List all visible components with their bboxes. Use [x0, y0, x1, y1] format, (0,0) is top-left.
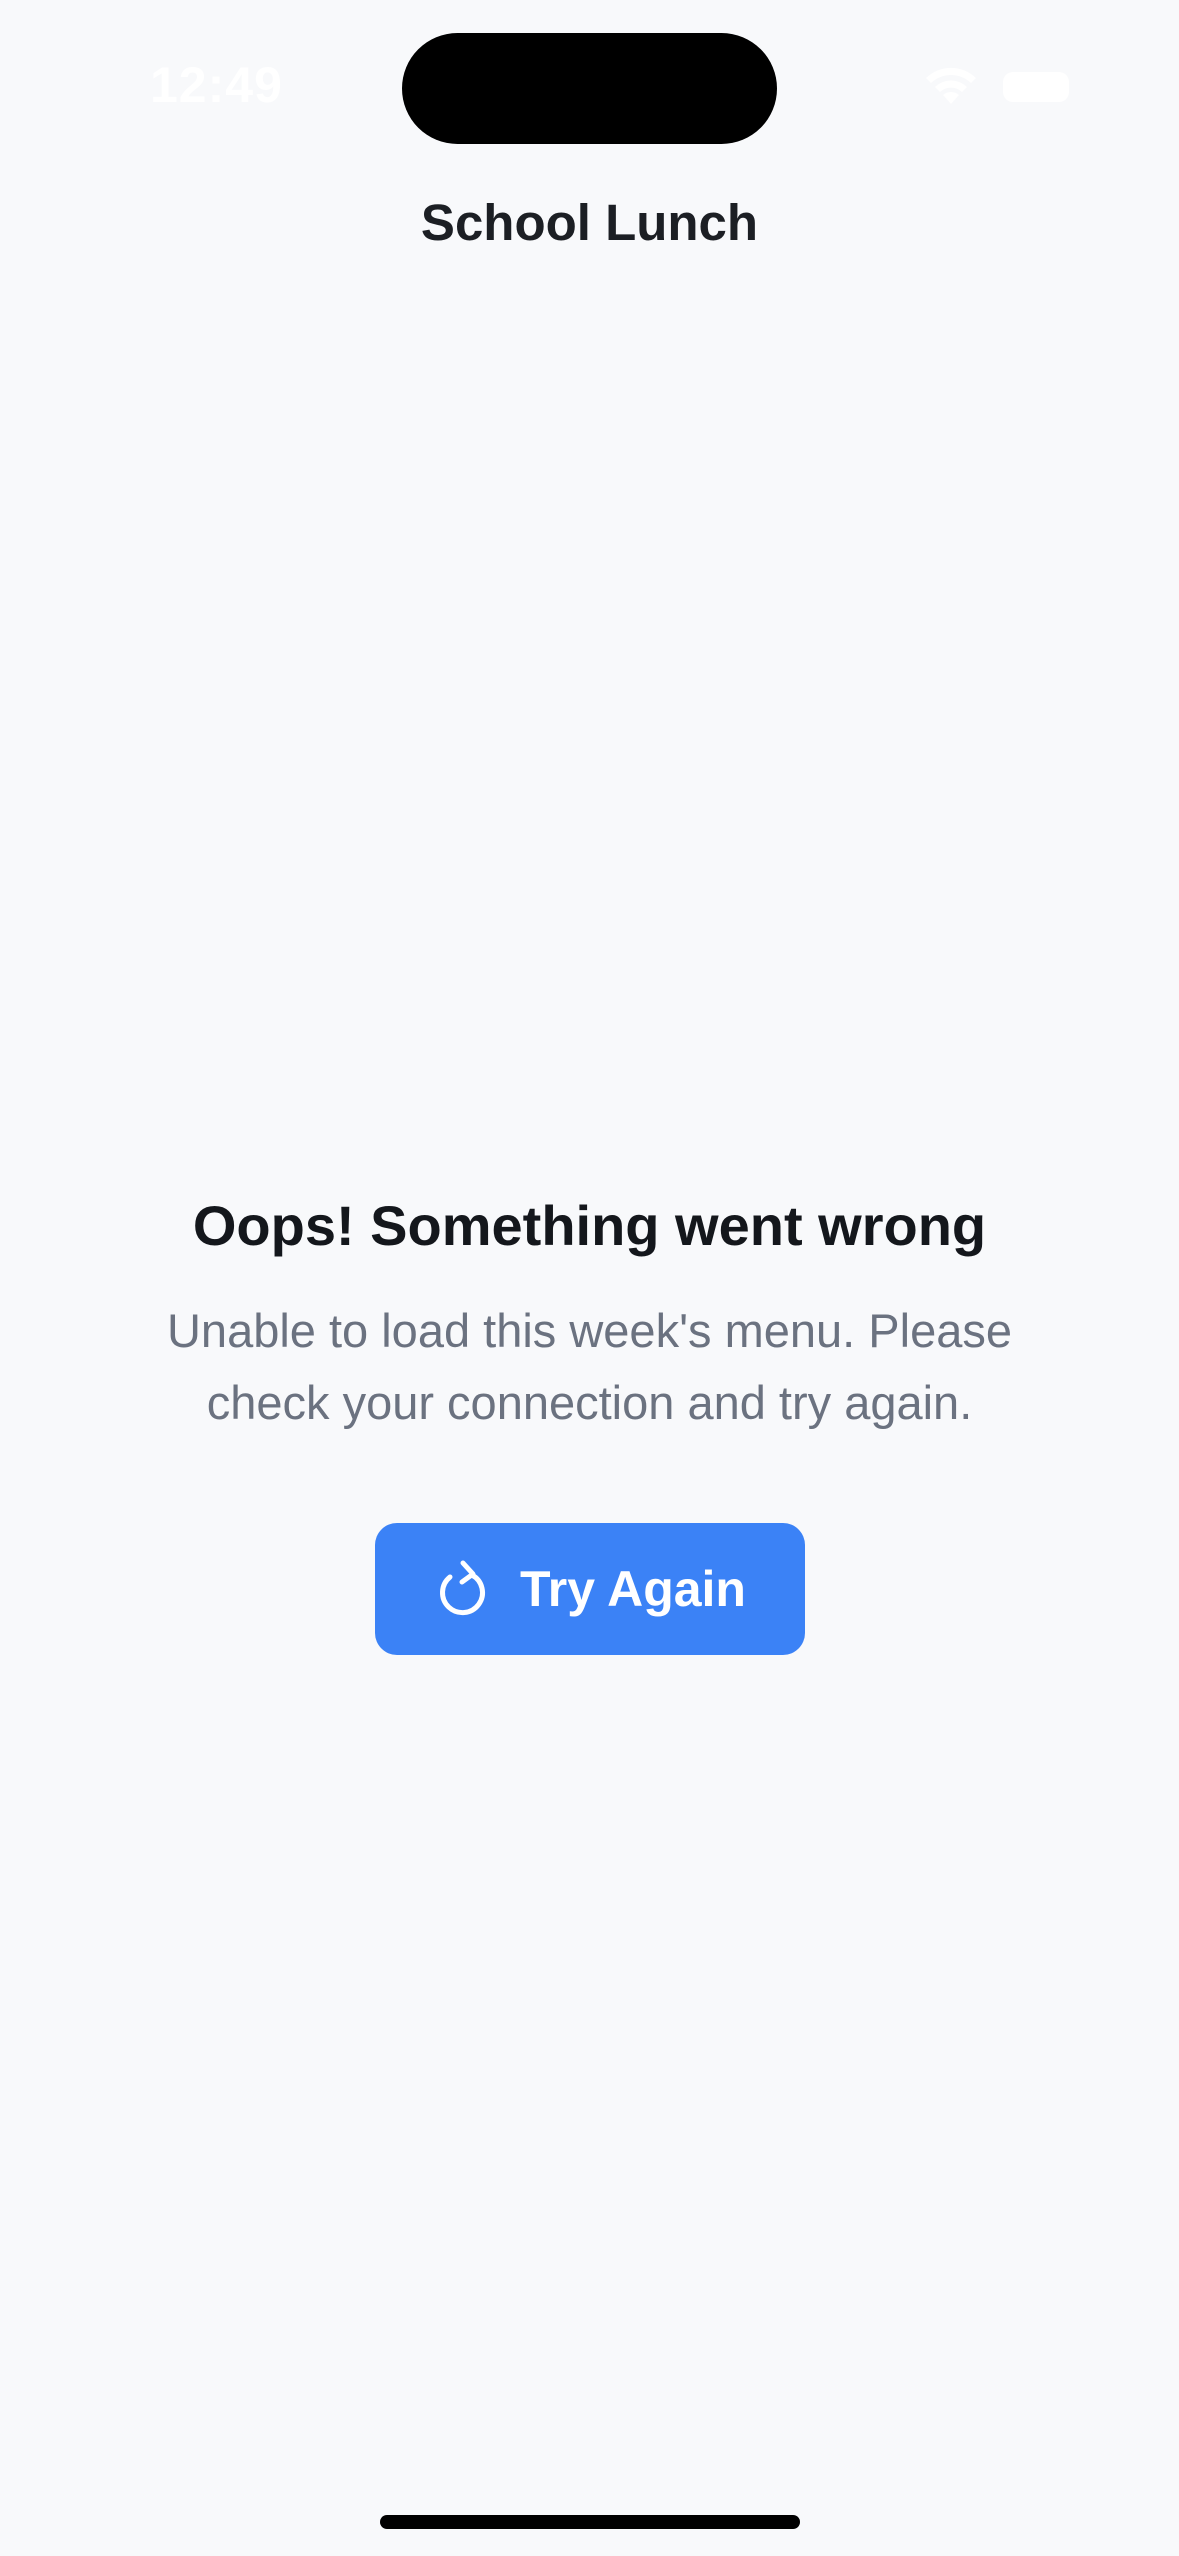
battery-icon: [1003, 72, 1069, 102]
status-bar: 12:49: [0, 0, 1179, 170]
status-time: 12:49: [150, 57, 283, 113]
try-again-label: Try Again: [520, 1561, 746, 1617]
home-indicator[interactable]: [380, 2515, 800, 2529]
page-title: School Lunch: [420, 194, 759, 251]
error-message: Unable to load this week's menu. Please …: [166, 1304, 1012, 1429]
try-again-button[interactable]: Try Again: [375, 1523, 805, 1655]
error-title: Oops! Something went wrong: [192, 1194, 987, 1257]
wifi-icon: [926, 67, 976, 104]
dynamic-island: [402, 33, 777, 144]
error-state: Oops! Something went wrong Unable to loa…: [0, 1185, 1179, 1439]
refresh-icon: [440, 1560, 485, 1616]
